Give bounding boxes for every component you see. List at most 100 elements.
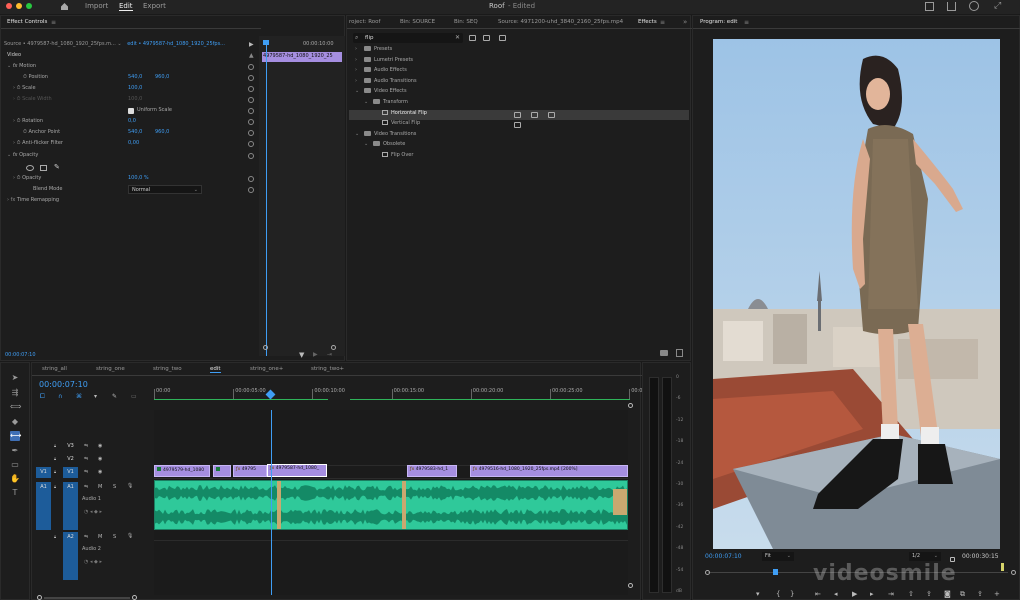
selection-tool-icon[interactable]: ➤ <box>10 373 20 383</box>
volume-knob-icon[interactable]: ◔ ◂ ◆ ▸ <box>84 509 102 515</box>
fullscreen-icon[interactable]: ⤢ <box>994 1 1001 11</box>
panel-menu-icon[interactable]: ≡ <box>744 19 749 26</box>
reset-icon[interactable] <box>248 64 254 70</box>
video-clip[interactable]: ƒx 4979516-hd_1080_1920_25fps.mp4 [200%] <box>470 465 628 477</box>
chevron-down-icon[interactable]: ⌄ <box>364 99 373 105</box>
track-target[interactable]: A2 <box>63 532 78 580</box>
step-forward-icon[interactable]: ▸ <box>870 590 874 598</box>
track-target[interactable]: A1 <box>63 482 78 530</box>
sequence-label[interactable]: edit • 4979587-hd_1080_1920_25fps... <box>127 41 225 47</box>
position-y[interactable]: 960,0 <box>155 74 169 85</box>
time-ruler[interactable]: 00:00 00:00:05:00 00:00:10:00 00:00:15:00 00… <box>154 383 646 399</box>
chevron-right-icon[interactable]: › <box>355 78 364 84</box>
solo-button[interactable]: S <box>113 484 116 490</box>
ec-timecode[interactable]: 00:00:07:10 <box>5 352 36 358</box>
reset-icon[interactable] <box>248 176 254 182</box>
comparison-view-icon[interactable]: ⧉ <box>960 590 965 599</box>
accelerated-effects-icon[interactable] <box>469 35 476 41</box>
microphone-icon[interactable]: 🎙︎ <box>127 533 133 539</box>
sequence-tab[interactable]: string_two <box>153 366 182 372</box>
rectangle-mask-icon[interactable] <box>40 165 47 171</box>
resolution-select[interactable]: 1/2 ⌄ <box>909 552 941 561</box>
tab-effects[interactable]: Effects <box>638 19 657 25</box>
tab-project[interactable]: roject: Roof <box>349 19 380 25</box>
reset-icon[interactable] <box>248 75 254 81</box>
effects-tree-item[interactable]: Horizontal Flip <box>349 109 689 121</box>
sequence-tab[interactable]: string_one <box>96 366 125 372</box>
program-timecode[interactable]: 00:00:07:10 <box>705 553 742 560</box>
microphone-icon[interactable]: 🎙︎ <box>127 483 133 489</box>
reset-icon[interactable] <box>248 153 254 159</box>
mute-button[interactable]: M <box>98 484 102 490</box>
effects-tree-item[interactable]: › Presets <box>349 46 689 57</box>
yuv-effects-icon[interactable] <box>499 35 506 41</box>
mark-in-icon[interactable]: { <box>776 590 780 598</box>
sync-lock-icon[interactable]: ⇋ <box>84 443 88 449</box>
lock-icon[interactable]: 🔒︎ <box>54 456 56 461</box>
video-clip[interactable]: ƒx 49795 <box>233 465 267 477</box>
ripple-edit-tool-icon[interactable]: ⟺ <box>10 402 21 412</box>
ec-timeline[interactable]: 00:00:10:00 4979587-hd_1080_1920_25 <box>259 36 345 356</box>
lock-icon[interactable]: 🔒︎ <box>54 469 56 474</box>
reset-icon[interactable] <box>248 141 254 147</box>
timeline-zoom-scroll[interactable] <box>44 597 130 599</box>
sync-lock-icon[interactable]: ⇋ <box>84 484 88 490</box>
video-frame[interactable] <box>713 39 1000 549</box>
reset-icon[interactable] <box>248 108 254 114</box>
add-marker-icon[interactable]: ▾ <box>756 590 760 598</box>
tab-effect-controls[interactable]: Effect Controls <box>7 19 47 25</box>
sequence-tab[interactable]: string_all <box>42 366 67 372</box>
zoom-window-button[interactable] <box>26 3 32 9</box>
mute-button[interactable]: M <box>98 534 102 540</box>
sequence-tab[interactable]: edit <box>210 366 221 373</box>
timeline-timecode[interactable]: 00:00:07:10 <box>39 380 88 389</box>
snap-icon[interactable]: ∩ <box>58 393 62 400</box>
sequence-tab[interactable]: string_two+ <box>311 366 344 372</box>
go-to-in-icon[interactable]: ⇤ <box>815 590 821 598</box>
video-clip[interactable]: ƒx 4979583-hd_1 <box>407 465 457 477</box>
delete-icon[interactable] <box>676 349 683 357</box>
workspace-icon[interactable] <box>925 2 934 11</box>
play-only-audio-icon[interactable]: ▶ <box>249 41 254 48</box>
tab-bin-source[interactable]: Bin: SOURCE <box>400 19 435 25</box>
sequence-tab[interactable]: string_one+ <box>250 366 283 372</box>
add-button-icon[interactable]: + <box>994 590 1000 598</box>
zoom-handle-right[interactable] <box>331 345 336 350</box>
tab-source[interactable]: Source: 4971200-uhd_3840_2160_25fps.mp4 <box>498 19 623 25</box>
effects-tree-item[interactable]: › Audio Transitions <box>349 77 689 89</box>
anchor-y[interactable]: 960,0 <box>155 129 169 140</box>
home-icon[interactable] <box>60 2 69 11</box>
ec-playhead[interactable] <box>266 41 267 356</box>
position-x[interactable]: 540,0 <box>128 74 142 85</box>
volume-knob-icon[interactable]: ◔ ◂ ◆ ▸ <box>84 559 102 565</box>
chevron-right-icon[interactable]: › <box>355 57 364 63</box>
timeline-playhead[interactable] <box>271 410 272 595</box>
eye-icon[interactable]: ◉ <box>98 456 102 462</box>
scale-value[interactable]: 100,0 <box>128 85 142 96</box>
slip-tool-icon[interactable]: ⟷ <box>10 431 21 441</box>
video-track-header[interactable]: V2 🔒︎ ⇋ ◉ <box>32 454 154 465</box>
effects-tree-item[interactable]: › Lumetri Presets <box>349 56 689 68</box>
eye-icon[interactable]: ◉ <box>98 443 102 449</box>
eye-icon[interactable]: ◉ <box>98 469 102 475</box>
track-target[interactable]: V3 <box>63 441 78 452</box>
close-window-button[interactable] <box>6 3 12 9</box>
new-bin-icon[interactable] <box>660 350 668 356</box>
sync-lock-icon[interactable]: ⇋ <box>84 456 88 462</box>
audio-transition[interactable] <box>277 481 281 529</box>
search-input[interactable]: ⌕ flip ✕ <box>353 33 463 43</box>
minimize-window-button[interactable] <box>16 3 22 9</box>
time-remapping-row[interactable]: › fx Time Remapping <box>7 197 59 208</box>
effects-tree-item[interactable]: ⌄ Video Effects <box>349 88 689 99</box>
antiflicker-value[interactable]: 0,00 <box>128 140 139 151</box>
step-back-icon[interactable]: ◂ <box>834 590 838 598</box>
add-marker-icon[interactable]: ▾ <box>94 393 97 400</box>
lock-icon[interactable]: 🔒︎ <box>54 484 56 489</box>
linked-selection-icon[interactable]: ⌘ <box>76 393 82 400</box>
reset-icon[interactable] <box>248 86 254 92</box>
audio-track-header[interactable]: A2 🔒︎ ⇋ M S 🎙︎ Audio 2 ◔ ◂ ◆ ▸ <box>32 532 154 580</box>
effects-tree-item[interactable]: › Audio Effects <box>349 67 689 78</box>
tab-bin-seq[interactable]: Bin: SEQ <box>454 19 478 25</box>
video-track-header[interactable]: V3 🔒︎ ⇋ ◉ <box>32 441 154 452</box>
nest-icon[interactable]: ⧠ <box>40 393 45 401</box>
